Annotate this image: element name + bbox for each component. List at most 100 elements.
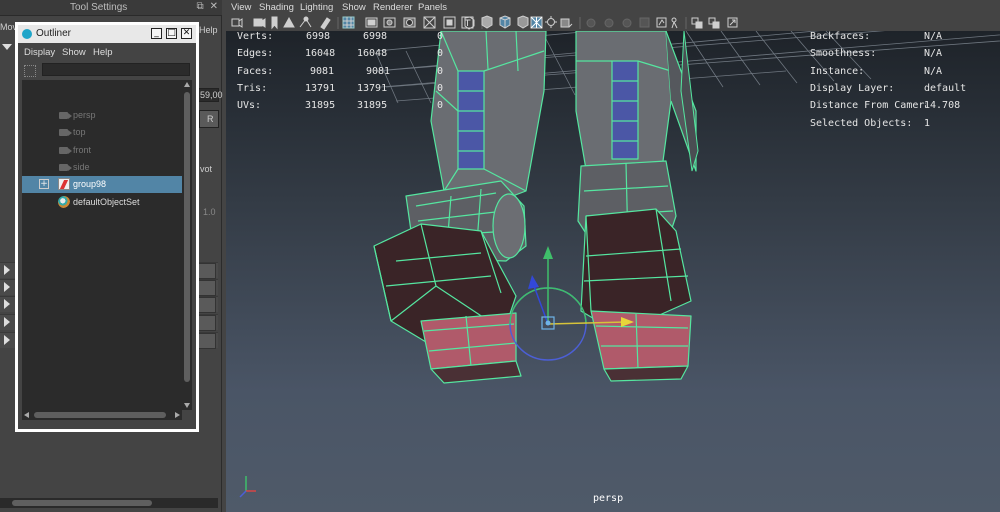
outliner-item-persp[interactable]: persp xyxy=(22,107,182,124)
value-field[interactable]: 59,00 xyxy=(197,88,223,102)
outliner-vscrollbar[interactable] xyxy=(182,80,192,410)
hud-value: 6998 xyxy=(306,31,331,42)
left-leg-mesh xyxy=(373,31,547,384)
menu-help[interactable]: Help xyxy=(93,47,113,58)
two-pane-icon xyxy=(691,17,703,29)
grease-pencil-icon xyxy=(320,17,331,30)
scroll-up-icon[interactable] xyxy=(184,82,190,87)
camera-icon xyxy=(59,112,72,119)
hud-value: 1 xyxy=(924,118,931,129)
viewport-menubar: View Shading Lighting Show Renderer Pane… xyxy=(226,0,1000,15)
hud-label: Faces: xyxy=(237,66,274,77)
close-button[interactable]: ✕ xyxy=(181,28,192,39)
hud-value: 6998 xyxy=(363,31,388,42)
outliner-item-label: defaultObjectSet xyxy=(73,197,140,207)
maximize-panel-icon xyxy=(727,17,738,28)
outliner-hscrollbar[interactable] xyxy=(22,410,182,420)
scroll-left-icon[interactable] xyxy=(24,412,29,418)
outliner-item-front[interactable]: front xyxy=(22,142,182,159)
menu-panels[interactable]: Panels xyxy=(418,2,447,13)
right-leg-mesh xyxy=(575,31,697,382)
outliner-list: persp top front side + group98 defaultOb… xyxy=(22,80,182,410)
camera-attributes-icon xyxy=(253,18,266,28)
close-panel-icon[interactable]: ✕ xyxy=(210,1,218,12)
expand-plus-icon[interactable]: + xyxy=(39,179,49,189)
expand-arrow-icon xyxy=(4,282,10,292)
outliner-item-top[interactable]: top xyxy=(22,124,182,141)
outliner-item-side[interactable]: side xyxy=(22,159,182,176)
grid-icon xyxy=(342,16,355,29)
transform-group-icon xyxy=(58,178,70,190)
minimize-button[interactable]: _ xyxy=(151,28,162,39)
scroll-right-icon[interactable] xyxy=(175,412,180,418)
collapse-arrow-icon[interactable] xyxy=(2,44,12,50)
outliner-window: Outliner _ □ ✕ Display Show Help persp t xyxy=(15,22,199,432)
hud-label: Tris: xyxy=(237,83,268,94)
hud-value: 16048 xyxy=(305,48,336,59)
menu-show[interactable]: Show xyxy=(62,47,86,58)
scroll-thumb[interactable] xyxy=(12,500,152,506)
tool-settings-title: Tool Settings xyxy=(70,2,128,13)
menu-show[interactable]: Show xyxy=(342,2,366,13)
hud-value: 0 xyxy=(437,83,444,94)
hud-value: 0 xyxy=(437,48,444,59)
isolate-select-icon xyxy=(656,17,667,28)
hud-value: 0 xyxy=(437,66,444,77)
hud-value: 0 xyxy=(437,100,444,111)
outliner-item-defaultobjectset[interactable]: defaultObjectSet xyxy=(22,194,182,211)
viewport-3d-scene[interactable]: Verts: 6998 6998 0 Edges: 16048 16048 0 … xyxy=(226,31,1000,512)
hud-label: UVs: xyxy=(237,100,262,111)
menu-renderer[interactable]: Renderer xyxy=(373,2,413,13)
outliner-titlebar[interactable]: Outliner _ □ ✕ xyxy=(18,25,196,43)
outliner-menubar: Display Show Help xyxy=(18,43,196,61)
hud-value: N/A xyxy=(924,48,943,59)
help-menu-fragment[interactable]: Help xyxy=(199,25,218,35)
2d-pan-icon xyxy=(299,16,312,28)
filter-icon[interactable] xyxy=(24,65,36,77)
safe-title-icon xyxy=(461,16,474,29)
camera-icon xyxy=(59,147,72,154)
texture-icon xyxy=(517,15,529,29)
tool-settings-hscrollbar[interactable] xyxy=(0,498,218,508)
maximize-button[interactable]: □ xyxy=(166,28,177,39)
panel-layout-icon xyxy=(708,17,720,29)
outliner-item-label: side xyxy=(73,162,90,172)
hud-label: Display Layer: xyxy=(810,83,895,94)
hud-value: 0 xyxy=(437,31,444,42)
wireframe-on-shaded-icon xyxy=(499,15,511,29)
menu-lighting[interactable]: Lighting xyxy=(300,2,333,13)
resolution-gate-icon xyxy=(383,17,396,28)
hud-value: 31895 xyxy=(305,100,336,111)
hud-value: 9081 xyxy=(366,66,391,77)
image-plane-icon xyxy=(283,16,295,28)
value-field-text: 59,00 xyxy=(200,90,223,100)
safe-action-icon xyxy=(443,16,456,29)
bookmark-icon xyxy=(271,16,278,30)
viewport-panel: View Shading Lighting Show Renderer Pane… xyxy=(226,0,1000,512)
outliner-item-label: top xyxy=(73,127,86,137)
shadows-icon xyxy=(560,18,573,28)
menu-view[interactable]: View xyxy=(231,2,251,13)
menu-shading[interactable]: Shading xyxy=(259,2,294,13)
xray-icon xyxy=(530,16,543,29)
hud-value: N/A xyxy=(924,31,943,42)
hud-label: Selected Objects: xyxy=(810,118,913,129)
float-panel-icon[interactable]: ⧉ xyxy=(196,1,203,12)
hud-label: Edges: xyxy=(237,48,274,59)
hud-value: N/A xyxy=(924,66,943,77)
smooth-shade-icon xyxy=(481,15,493,29)
expand-arrow-icon xyxy=(4,265,10,275)
hud-value: 13791 xyxy=(357,83,388,94)
scroll-thumb[interactable] xyxy=(34,412,166,418)
scroll-down-icon[interactable] xyxy=(184,403,190,408)
toolbar-icons xyxy=(231,15,738,30)
reset-button[interactable]: R xyxy=(199,110,219,128)
outliner-item-label: persp xyxy=(73,110,96,120)
hud-value: 31895 xyxy=(357,100,388,111)
menu-display[interactable]: Display xyxy=(24,47,55,58)
outliner-item-group98[interactable]: + group98 xyxy=(22,176,182,193)
maya-window: Tool Settings ⧉ ✕ Mov Help 59,00 R vot 1.… xyxy=(0,0,1000,512)
scroll-thumb[interactable] xyxy=(184,92,190,382)
outliner-search-input[interactable] xyxy=(42,63,190,76)
gate-mask-icon xyxy=(403,17,416,28)
